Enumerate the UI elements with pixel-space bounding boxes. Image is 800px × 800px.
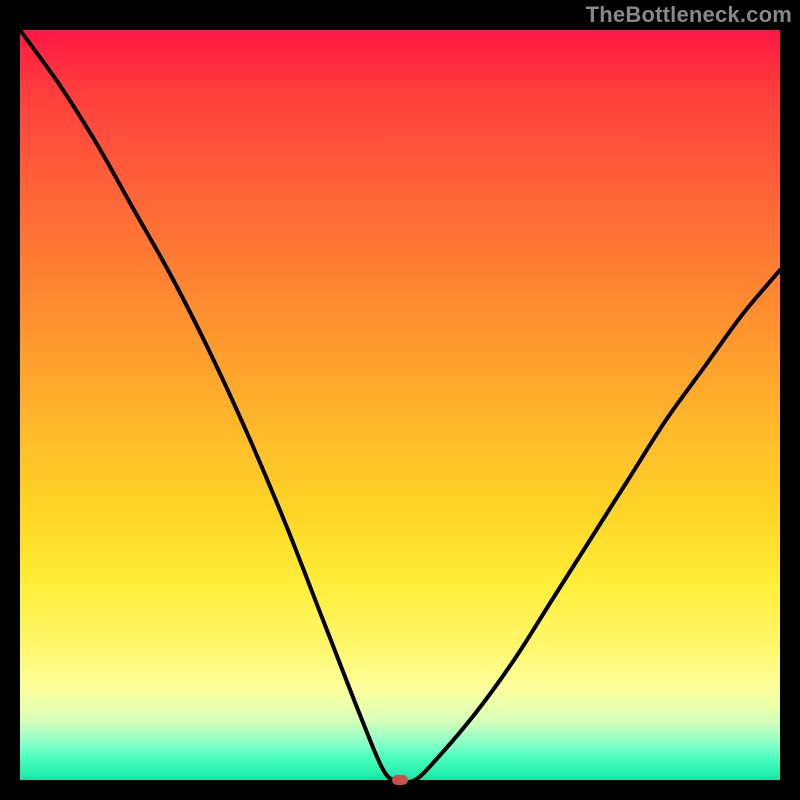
bottleneck-curve — [20, 30, 780, 780]
watermark-label: TheBottleneck.com — [586, 2, 792, 28]
chart-frame: TheBottleneck.com — [0, 0, 800, 800]
plot-area — [20, 30, 780, 780]
curve-layer — [20, 30, 780, 780]
optimum-marker — [392, 775, 408, 785]
